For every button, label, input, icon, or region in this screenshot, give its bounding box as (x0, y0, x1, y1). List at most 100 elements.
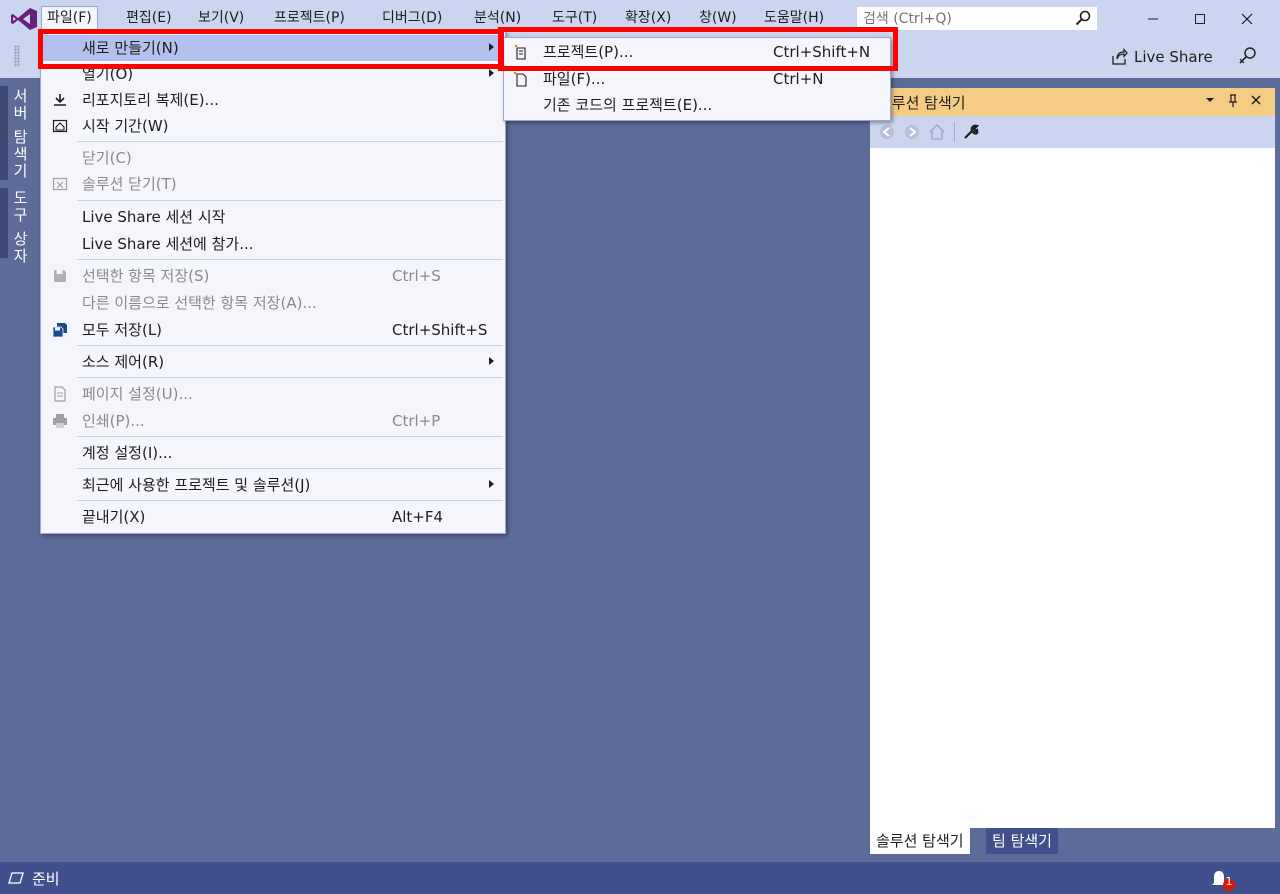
menu-account-settings[interactable]: 계정 설정(I)... (42, 440, 504, 466)
close-window-button[interactable] (1224, 0, 1270, 37)
tab-team-explorer[interactable]: 팀 탐색기 (986, 828, 1058, 854)
submenu-new-project[interactable]: 프로젝트(P)... Ctrl+Shift+N (505, 39, 889, 65)
menu-source-control[interactable]: 소스 제어(R) (42, 349, 504, 375)
search-icon (1075, 10, 1091, 26)
menu-close-label: 닫기(C) (82, 149, 132, 167)
solution-explorer-title: 솔루션 탐색기 (878, 94, 966, 112)
menu-exit[interactable]: 끝내기(X) Alt+F4 (42, 504, 504, 530)
start-window-icon (52, 119, 68, 133)
menu-tools[interactable]: 도구(T) (547, 6, 602, 31)
menu-clone-repository[interactable]: 리포지토리 복제(E)... (42, 87, 504, 113)
chevron-down-icon (1206, 98, 1214, 102)
menu-new-label: 새로 만들기(N) (82, 39, 179, 57)
menu-extensions[interactable]: 확장(X) (620, 6, 676, 31)
menu-open[interactable]: 열기(O) (42, 61, 504, 87)
menu-liveshare-join[interactable]: Live Share 세션에 참가... (42, 231, 504, 257)
pin-button[interactable] (1226, 94, 1240, 108)
minimize-icon (1148, 18, 1158, 19)
menu-start-window[interactable]: 시작 기간(W) (42, 113, 504, 139)
shortcut-label: Ctrl+N (773, 70, 824, 88)
menu-recent-projects[interactable]: 최근에 사용한 프로젝트 및 솔루션(J) (42, 472, 504, 498)
server-explorer-tab-marker (0, 86, 8, 180)
wrench-icon[interactable] (962, 123, 980, 141)
pin-icon (1229, 94, 1237, 107)
server-explorer-tab[interactable]: 서버 탐색기 (10, 88, 31, 180)
ready-status-icon (8, 872, 24, 884)
menu-close-solution[interactable]: 솔루션 닫기(T) (42, 171, 504, 197)
menu-start-window-label: 시작 기간(W) (82, 117, 169, 135)
submenu-new-project-label: 프로젝트(P)... (543, 43, 634, 61)
submenu-new-file[interactable]: 파일(F)... Ctrl+N (505, 66, 889, 92)
menu-close[interactable]: 닫기(C) (42, 145, 504, 171)
submenu-arrow-icon (489, 480, 494, 488)
solution-explorer-toolbar (870, 116, 1275, 148)
menu-help[interactable]: 도움말(H) (759, 6, 829, 31)
maximize-button[interactable] (1177, 0, 1223, 37)
menu-save-selected[interactable]: 선택한 항목 저장(S) Ctrl+S (42, 263, 504, 289)
menu-debug[interactable]: 디버그(D) (377, 6, 447, 31)
toolbox-tab[interactable]: 도구 상자 (10, 190, 31, 265)
menu-separator (77, 259, 503, 260)
print-icon (53, 414, 67, 428)
menu-new[interactable]: 새로 만들기(N) (42, 35, 504, 61)
menu-liveshare-start[interactable]: Live Share 세션 시작 (42, 204, 504, 230)
menu-liveshare-join-label: Live Share 세션에 참가... (82, 235, 254, 253)
menu-open-label: 열기(O) (82, 65, 134, 83)
toolbar-separator (954, 122, 955, 142)
liveshare-button[interactable]: Live Share (1110, 45, 1213, 69)
page-setup-icon (54, 386, 66, 402)
menu-window[interactable]: 창(W) (694, 6, 742, 31)
solution-explorer-panel: 솔루션 탐색기 (870, 88, 1275, 828)
feedback-icon[interactable] (1238, 46, 1258, 66)
menu-clone-repository-label: 리포지토리 복제(E)... (82, 91, 219, 109)
menu-save-all-label: 모두 저장(L) (82, 321, 163, 339)
menu-separator (77, 500, 503, 501)
menu-file[interactable]: 파일(F) (41, 6, 98, 31)
shortcut-label: Ctrl+Shift+N (773, 43, 871, 61)
submenu-arrow-icon (489, 69, 494, 77)
toolbar-grip-handle[interactable] (14, 45, 20, 67)
menu-page-setup[interactable]: 페이지 설정(U)... (42, 381, 504, 407)
home-icon[interactable] (928, 123, 946, 141)
panel-close-button[interactable] (1249, 94, 1263, 108)
notification-bell-icon[interactable] (1210, 868, 1238, 892)
panel-dropdown-button[interactable] (1203, 94, 1217, 108)
close-icon (1251, 95, 1261, 105)
menu-analyze[interactable]: 분석(N) (469, 6, 526, 31)
new-project-icon (514, 44, 526, 60)
menu-project[interactable]: 프로젝트(P) (269, 6, 350, 31)
menu-save-as[interactable]: 다른 이름으로 선택한 항목 저장(A)... (42, 290, 504, 316)
minimize-button[interactable] (1130, 0, 1176, 37)
menu-separator (77, 468, 503, 469)
menu-source-control-label: 소스 제어(R) (82, 353, 165, 371)
menu-separator (77, 141, 503, 142)
submenu-arrow-icon (489, 357, 494, 365)
file-menu-dropdown: 새로 만들기(N) 열기(O) 리포지토리 복제(E)... 시작 기간(W) … (40, 31, 506, 534)
save-icon (54, 270, 66, 282)
submenu-project-from-existing-code-label: 기존 코드의 프로젝트(E)... (543, 96, 713, 114)
menu-edit[interactable]: 편집(E) (121, 6, 177, 31)
menu-print[interactable]: 인쇄(P)... Ctrl+P (42, 408, 504, 434)
menu-view[interactable]: 보기(V) (193, 6, 249, 31)
back-arrow-icon[interactable] (878, 123, 896, 141)
menu-recent-projects-label: 최근에 사용한 프로젝트 및 솔루션(J) (82, 476, 311, 494)
menu-separator (77, 345, 503, 346)
forward-arrow-icon[interactable] (903, 123, 921, 141)
close-icon (1241, 13, 1253, 24)
submenu-new-file-label: 파일(F)... (543, 70, 606, 88)
search-box[interactable] (856, 6, 1098, 31)
menu-save-selected-label: 선택한 항목 저장(S) (82, 267, 210, 285)
search-input[interactable] (857, 7, 1067, 30)
submenu-project-from-existing-code[interactable]: 기존 코드의 프로젝트(E)... (505, 92, 889, 118)
menu-separator (77, 377, 503, 378)
liveshare-label: Live Share (1134, 48, 1213, 66)
shortcut-label: Ctrl+Shift+S (392, 321, 488, 339)
maximize-icon (1195, 13, 1205, 24)
menu-liveshare-start-label: Live Share 세션 시작 (82, 208, 226, 226)
notification-count-badge: 1 (1225, 875, 1233, 888)
tab-solution-explorer[interactable]: 솔루션 탐색기 (870, 828, 970, 854)
menu-save-all[interactable]: 모두 저장(L) Ctrl+Shift+S (42, 317, 504, 343)
status-bar: 준비 1 (0, 862, 1280, 894)
shortcut-label: Ctrl+P (392, 412, 441, 430)
status-text: 준비 (32, 870, 60, 888)
